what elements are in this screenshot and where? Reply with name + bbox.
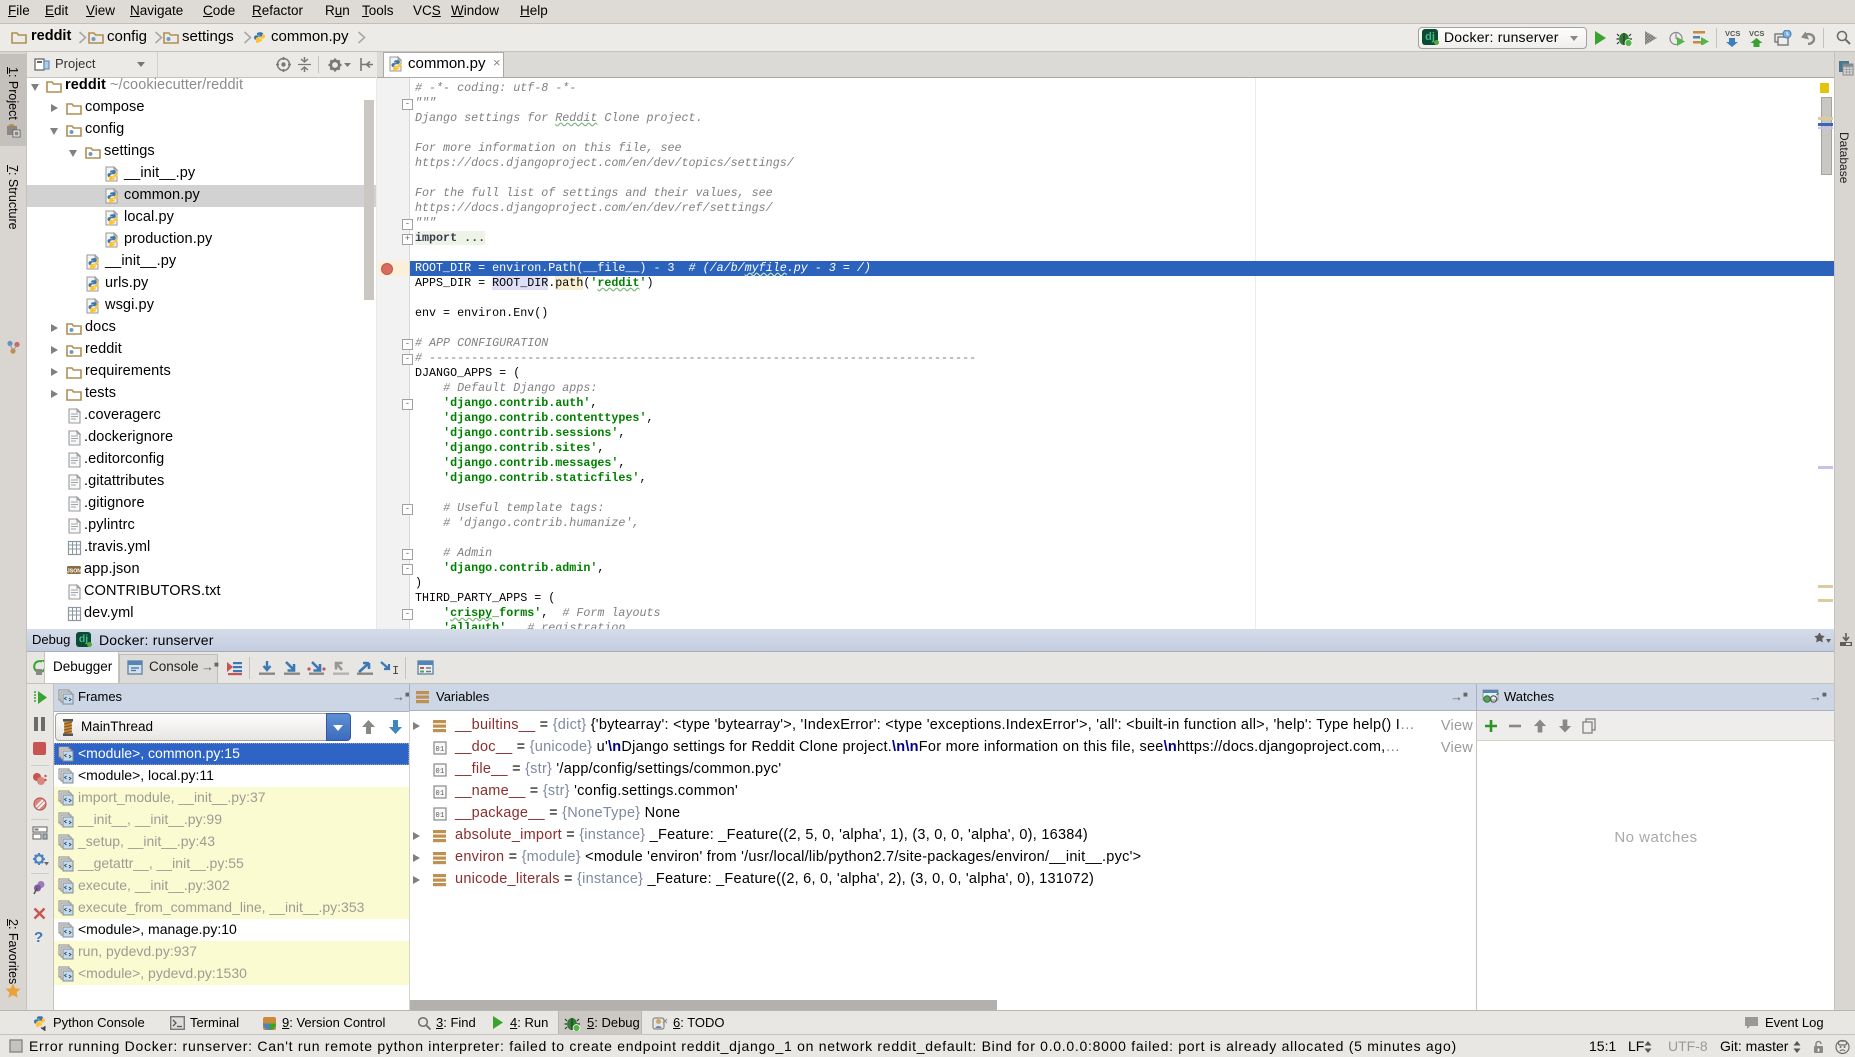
svg-text:VCS: VCS <box>1725 29 1740 38</box>
svg-text:VCS: VCS <box>1749 29 1764 38</box>
svg-text:I: I <box>392 664 399 676</box>
